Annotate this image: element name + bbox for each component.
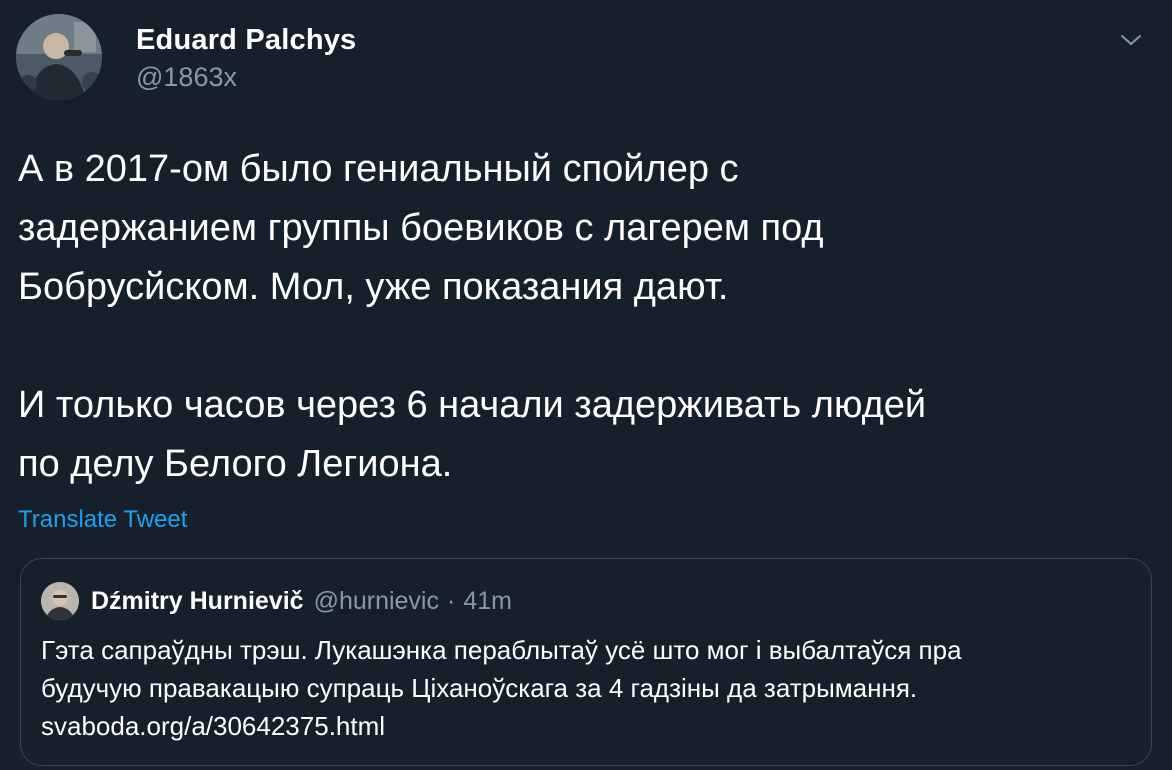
tweet-paragraph: И только часов через 6 начали задерживат… xyxy=(18,384,927,485)
avatar-photo xyxy=(16,14,102,100)
author-display-name[interactable]: Eduard Palchys xyxy=(136,22,356,58)
tweet-card: Eduard Palchys @1863x А в 2017-ом было г… xyxy=(0,0,1172,770)
quoted-tweet-text: Гэта сапраўдны трэш. Лукашэнка пераблыта… xyxy=(41,631,1131,745)
author-info: Eduard Palchys @1863x xyxy=(136,22,356,94)
tweet-paragraph-spacer: ​ xyxy=(18,317,1138,376)
tweet-text: А в 2017-ом было гениальный спойлер с за… xyxy=(18,140,1138,494)
quoted-tweet-line: Гэта сапраўдны трэш. Лукашэнка пераблыта… xyxy=(41,635,962,665)
quoted-author-name: Dźmitry Hurnievič xyxy=(91,586,304,615)
quoted-author-handle: @hurnievic xyxy=(313,586,439,615)
quoted-tweet[interactable]: Dźmitry Hurnievič @hurnievic · 41m Гэта … xyxy=(20,558,1152,766)
quoted-tweet-header: Dźmitry Hurnievič @hurnievic · 41m xyxy=(41,581,512,621)
quoted-author-avatar xyxy=(41,582,79,620)
quoted-tweet-link[interactable]: svaboda.org/a/30642375.html xyxy=(41,707,1131,745)
author-handle[interactable]: @1863x xyxy=(136,60,356,94)
author-avatar[interactable] xyxy=(16,14,102,100)
chevron-down-icon[interactable] xyxy=(1118,30,1144,50)
separator-dot: · xyxy=(447,586,456,615)
tweet-paragraph: А в 2017-ом было гениальный спойлер с за… xyxy=(18,148,824,308)
quoted-tweet-line: будучую правакацыю супраць Ціханоўскага … xyxy=(41,673,918,703)
quoted-tweet-timestamp: 41m xyxy=(463,586,512,615)
translate-tweet-link[interactable]: Translate Tweet xyxy=(18,506,187,534)
tweet-header: Eduard Palchys @1863x xyxy=(16,14,1156,104)
